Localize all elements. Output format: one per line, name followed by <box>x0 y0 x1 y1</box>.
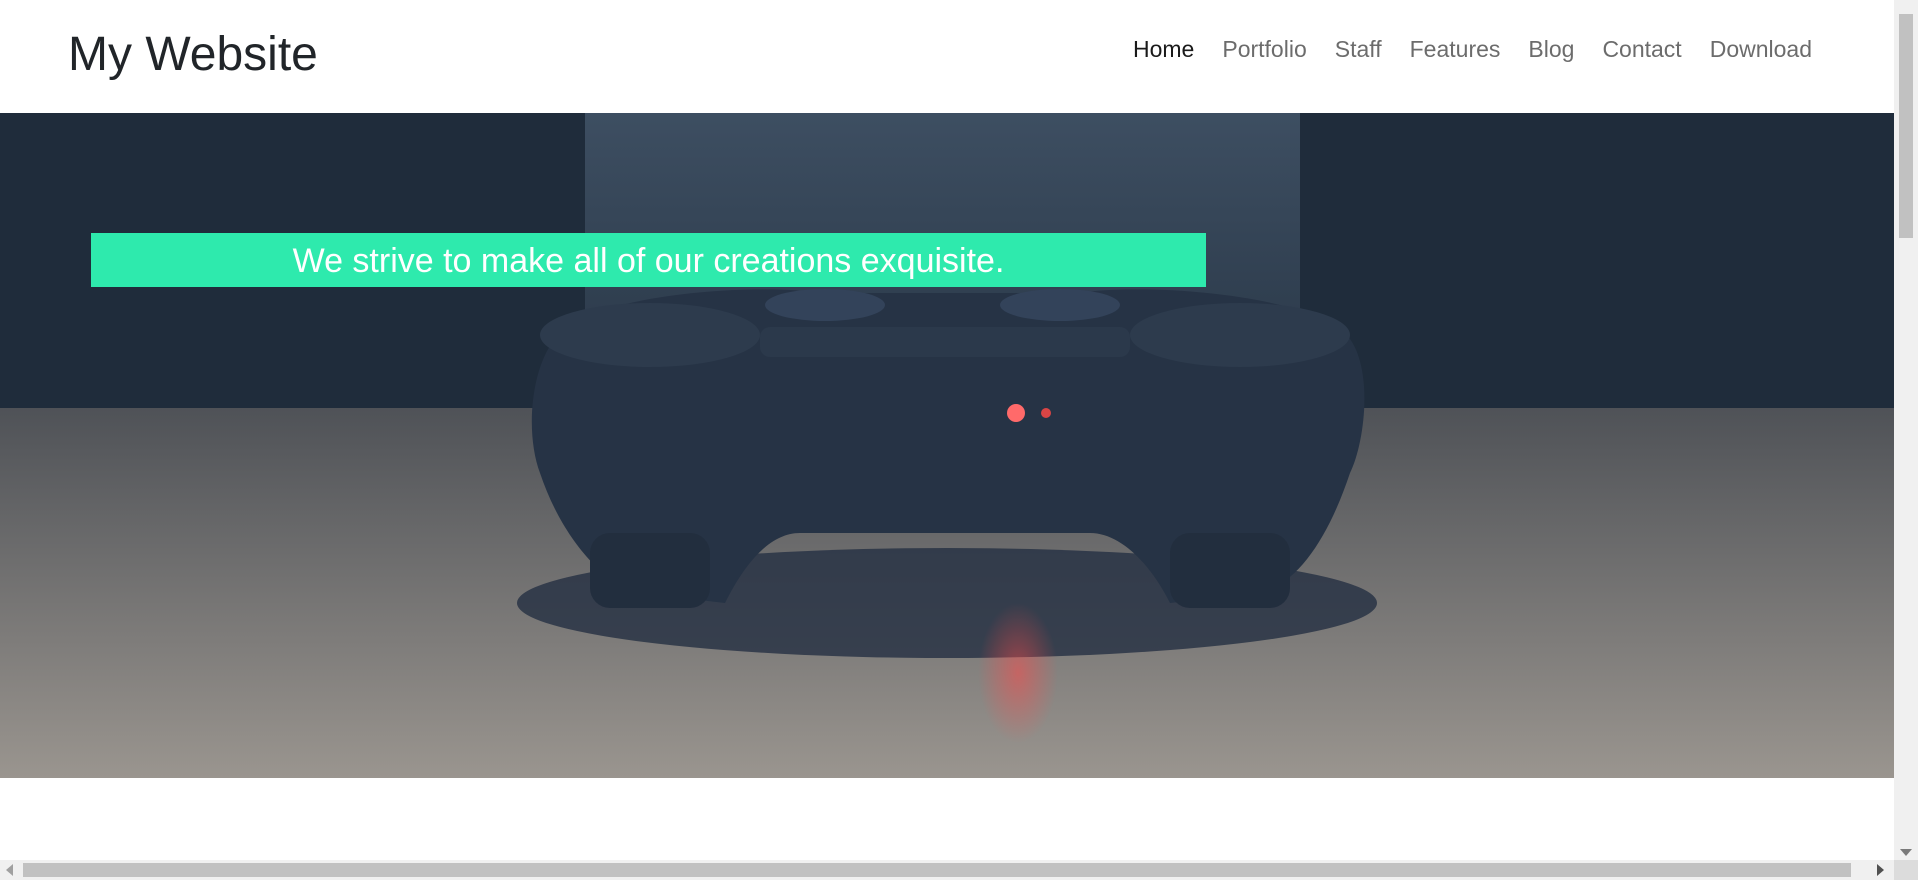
nav-item-blog[interactable]: Blog <box>1514 32 1588 66</box>
page: My Website Home Portfolio Staff Features… <box>0 0 1894 860</box>
scroll-down-arrow-icon[interactable] <box>1900 849 1912 856</box>
horizontal-scroll-thumb[interactable] <box>23 863 1851 877</box>
nav-item-download[interactable]: Download <box>1696 32 1826 66</box>
scroll-right-arrow-icon[interactable] <box>1877 864 1884 876</box>
nav-item-staff[interactable]: Staff <box>1321 32 1396 66</box>
nav-item-contact[interactable]: Contact <box>1588 32 1695 66</box>
main-nav: Home Portfolio Staff Features Blog Conta… <box>1119 32 1826 66</box>
nav-item-home[interactable]: Home <box>1119 32 1208 66</box>
vertical-scrollbar[interactable] <box>1894 0 1918 860</box>
scrollbar-corner <box>1894 860 1918 880</box>
tagline-text: We strive to make all of our creations e… <box>292 242 1005 280</box>
hero-image-controller <box>0 113 1894 778</box>
vertical-scroll-thumb[interactable] <box>1899 14 1913 238</box>
hero-section: We strive to make all of our creations e… <box>0 113 1894 778</box>
nav-item-portfolio[interactable]: Portfolio <box>1208 32 1320 66</box>
horizontal-scrollbar[interactable] <box>0 860 1894 880</box>
navbar: My Website Home Portfolio Staff Features… <box>0 0 1894 113</box>
nav-item-features[interactable]: Features <box>1396 32 1515 66</box>
scroll-left-arrow-icon[interactable] <box>6 864 13 876</box>
tagline-banner: We strive to make all of our creations e… <box>91 233 1206 287</box>
site-brand[interactable]: My Website <box>68 26 318 84</box>
